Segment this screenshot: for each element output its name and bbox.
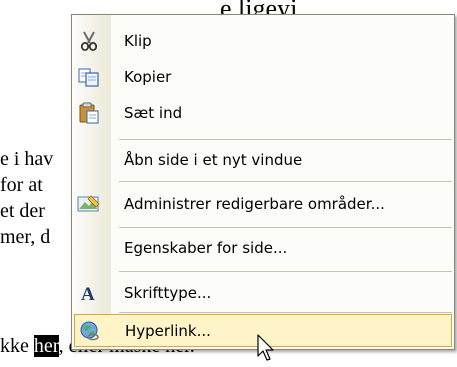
selected-text-highlight[interactable]: her xyxy=(33,335,59,357)
menu-item-label: Hyperlink... xyxy=(125,321,211,340)
font-icon: A xyxy=(76,280,102,306)
menu-item-label: Sæt ind xyxy=(124,104,183,122)
paste-icon xyxy=(76,100,102,126)
menu-separator xyxy=(119,271,452,272)
hyperlink-globe-icon xyxy=(77,318,103,344)
menu-item-manage-editable-regions[interactable]: Administrer redigerbare områder... xyxy=(72,186,454,222)
editable-regions-icon xyxy=(76,191,102,217)
menu-item-paste[interactable]: Sæt ind xyxy=(72,95,454,131)
context-menu: Klip Kopier Sæt ind Åbn side i et nyt vi… xyxy=(71,14,455,350)
document-text: kke xyxy=(0,335,34,357)
document-line: mer, d xyxy=(0,226,51,248)
menu-separator xyxy=(119,181,452,182)
scissors-icon xyxy=(76,28,102,54)
document-line: for at xyxy=(0,174,43,196)
menu-item-label: Klip xyxy=(124,32,152,50)
menu-item-label: Skrifttype... xyxy=(124,284,212,302)
menu-separator xyxy=(119,227,452,228)
menu-item-label: Kopier xyxy=(124,68,172,86)
menu-item-label: Egenskaber for side... xyxy=(124,239,288,257)
menu-item-page-properties[interactable]: Egenskaber for side... xyxy=(72,230,454,266)
menu-item-font[interactable]: A Skrifttype... xyxy=(72,275,454,311)
copy-icon xyxy=(76,64,102,90)
menu-item-copy[interactable]: Kopier xyxy=(72,59,454,95)
document-line: e i hav xyxy=(0,148,54,170)
menu-item-label: Administrer redigerbare områder... xyxy=(124,195,385,213)
menu-item-label: Åbn side i et nyt vindue xyxy=(124,151,303,169)
menu-separator xyxy=(119,312,452,313)
menu-item-open-in-new-window[interactable]: Åbn side i et nyt vindue xyxy=(72,142,454,178)
menu-separator xyxy=(119,139,452,140)
menu-item-cut[interactable]: Klip xyxy=(72,23,454,59)
document-line: et der xyxy=(0,200,45,222)
svg-text:A: A xyxy=(81,284,95,304)
mouse-pointer-icon xyxy=(257,334,274,361)
